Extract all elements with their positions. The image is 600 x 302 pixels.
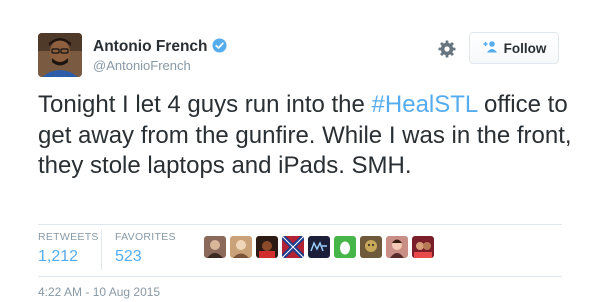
favoriter-avatars [204, 236, 434, 258]
tweet-timestamp[interactable]: 4:22 AM - 10 Aug 2015 [38, 285, 160, 299]
divider [38, 276, 562, 277]
favoriter-avatar[interactable] [256, 236, 278, 258]
tweet-text-part: Tonight I let 4 guys run into the [38, 91, 372, 118]
favoriter-avatar[interactable] [204, 236, 226, 258]
follow-button-label: Follow [503, 40, 547, 56]
favoriter-avatar[interactable] [412, 236, 434, 258]
follow-button[interactable]: Follow [469, 32, 559, 64]
author-name[interactable]: Antonio French [93, 38, 227, 58]
retweets-label: RETWEETS [38, 231, 99, 243]
favorites-count[interactable]: 523 [115, 248, 176, 266]
favorites-stat[interactable]: FAVORITES 523 [115, 231, 176, 266]
egg-avatar-icon[interactable] [334, 236, 356, 258]
divider [38, 224, 562, 225]
gear-icon[interactable] [437, 39, 457, 59]
stat-separator [101, 230, 102, 270]
retweets-count[interactable]: 1,212 [38, 248, 99, 266]
favorites-label: FAVORITES [115, 231, 176, 243]
text-avatar-icon[interactable] [308, 236, 330, 258]
tweet-text: Tonight I let 4 guys run into the #HealS… [38, 90, 578, 182]
favoriter-avatar[interactable] [230, 236, 252, 258]
tweet-card: Antonio French @AntonioFrench Follow Ton… [0, 0, 600, 302]
hashtag-link[interactable]: #HealSTL [372, 91, 478, 118]
author-avatar[interactable] [38, 33, 82, 77]
verified-badge-icon [212, 38, 227, 58]
author-handle[interactable]: @AntonioFrench [93, 58, 191, 73]
retweets-stat[interactable]: RETWEETS 1,212 [38, 231, 99, 266]
add-user-icon [482, 40, 498, 56]
flag-avatar-icon[interactable] [282, 236, 304, 258]
author-name-text[interactable]: Antonio French [93, 38, 208, 55]
favoriter-avatar[interactable] [386, 236, 408, 258]
favoriter-avatar[interactable] [360, 236, 382, 258]
